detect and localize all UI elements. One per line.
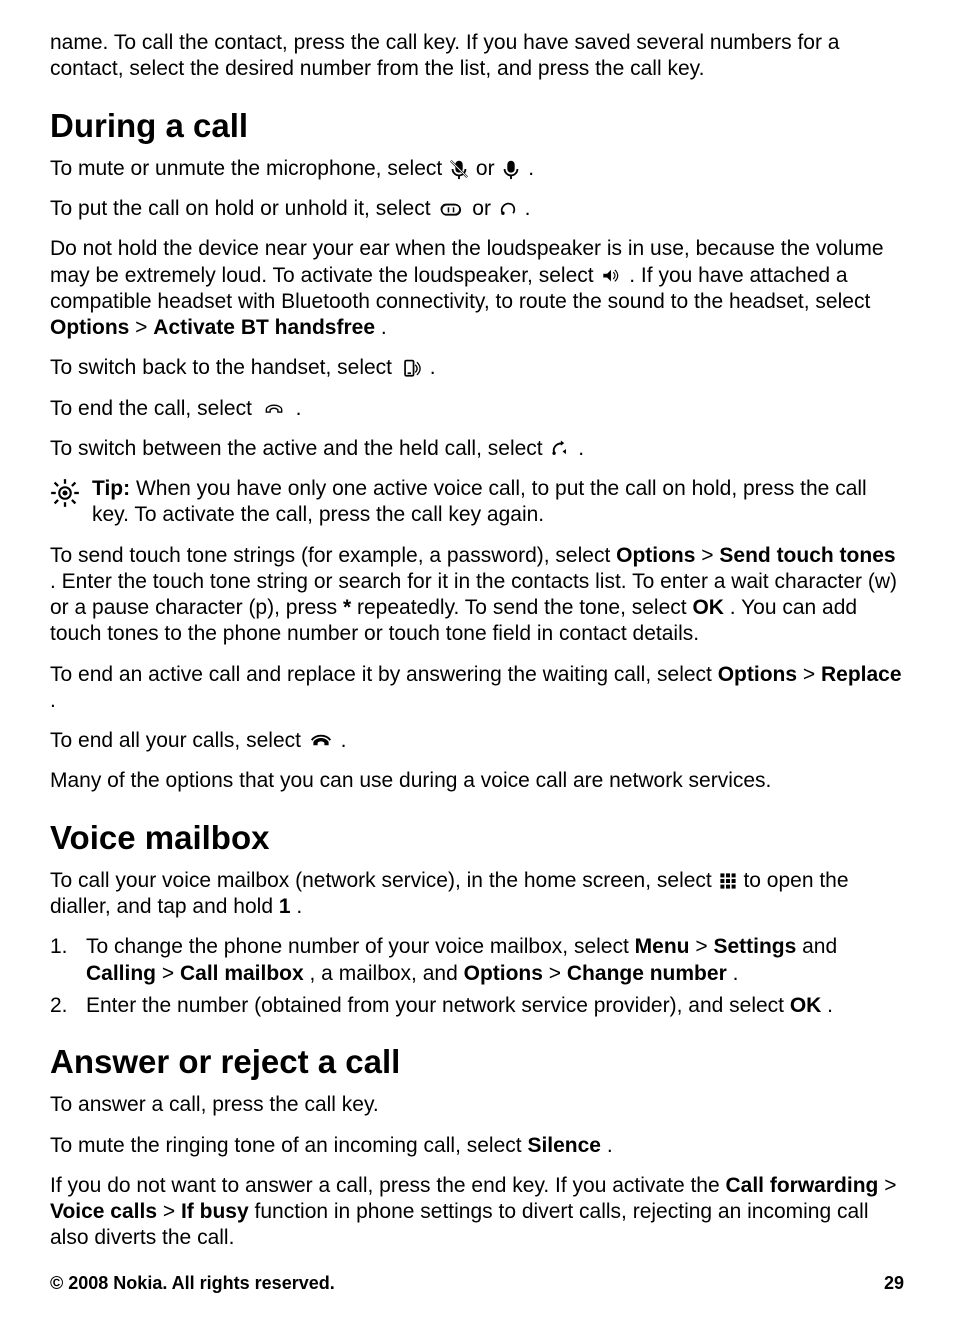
calling-label: Calling (86, 962, 156, 985)
text: To change the phone number of your voice… (86, 935, 635, 958)
reject-paragraph: If you do not want to answer a call, pre… (50, 1173, 904, 1252)
tip-label: Tip: (92, 477, 130, 500)
hold-paragraph: To put the call on hold or unhold it, se… (50, 196, 904, 222)
if-busy-label: If busy (181, 1200, 249, 1223)
ok-label: OK (790, 994, 822, 1017)
mute-paragraph: To mute or unmute the microphone, select… (50, 156, 904, 182)
text: To put the call on hold or unhold it, se… (50, 197, 436, 220)
options-label: Options (464, 962, 543, 985)
text: To end all your calls, select (50, 729, 307, 752)
text: . (341, 729, 347, 752)
change-number-label: Change number (567, 962, 727, 985)
send-touch-tones-label: Send touch tones (719, 544, 895, 567)
heading-voice-mailbox: Voice mailbox (50, 817, 904, 858)
loudspeaker-paragraph: Do not hold the device near your ear whe… (50, 236, 904, 341)
swap-call-icon (548, 438, 572, 460)
text: To send touch tone strings (for example,… (50, 544, 616, 567)
text: To mute the ringing tone of an incoming … (50, 1134, 527, 1157)
tip-icon (50, 478, 80, 508)
text: . (430, 356, 436, 379)
end-all-paragraph: To end all your calls, select . (50, 728, 904, 754)
sep: > (549, 962, 567, 985)
loudspeaker-icon (599, 266, 623, 286)
page-number: 29 (884, 1272, 904, 1295)
options-label: Options (50, 316, 129, 339)
intro-paragraph: name. To call the contact, press the cal… (50, 30, 904, 83)
voicemail-intro: To call your voice mailbox (network serv… (50, 868, 904, 921)
text: . (528, 157, 534, 180)
end-all-calls-icon (307, 730, 335, 752)
key-1: 1 (279, 895, 291, 918)
sep: > (162, 962, 180, 985)
list-number: 1. (50, 934, 86, 987)
text: If you do not want to answer a call, pre… (50, 1174, 726, 1197)
dialer-icon (718, 871, 738, 891)
call-mailbox-label: Call mailbox (180, 962, 304, 985)
list-item: 2. Enter the number (obtained from your … (50, 993, 904, 1019)
touch-tones-paragraph: To send touch tone strings (for example,… (50, 543, 904, 648)
network-services-note: Many of the options that you can use dur… (50, 768, 904, 794)
options-label: Options (718, 663, 797, 686)
page-footer: © 2008 Nokia. All rights reserved. 29 (50, 1272, 904, 1295)
sep: > (163, 1200, 181, 1223)
replace-call-paragraph: To end an active call and replace it by … (50, 662, 904, 715)
text: To end the call, select (50, 397, 258, 420)
text: . (607, 1134, 613, 1157)
text: , a mailbox, and (310, 962, 464, 985)
text: . (827, 994, 833, 1017)
sep: > (701, 544, 719, 567)
sep: > (803, 663, 821, 686)
hold-icon (436, 198, 466, 220)
mute-icon (448, 158, 470, 180)
star-key: * (343, 596, 351, 619)
text: repeatedly. To send the tone, select (357, 596, 692, 619)
silence-label: Silence (527, 1134, 601, 1157)
text: and (802, 935, 837, 958)
text: . (525, 197, 531, 220)
text: To switch between the active and the hel… (50, 437, 548, 460)
text: . (381, 316, 387, 339)
heading-during-a-call: During a call (50, 105, 904, 146)
unmute-icon (500, 158, 522, 180)
switch-call-paragraph: To switch between the active and the hel… (50, 436, 904, 462)
text: . (296, 895, 302, 918)
call-forwarding-label: Call forwarding (726, 1174, 879, 1197)
replace-label: Replace (821, 663, 902, 686)
options-label: Options (616, 544, 695, 567)
sep: > (135, 316, 153, 339)
list-item: 1. To change the phone number of your vo… (50, 934, 904, 987)
handset-paragraph: To switch back to the handset, select . (50, 355, 904, 381)
tip-block: Tip: When you have only one active voice… (50, 476, 904, 529)
text: . (50, 689, 56, 712)
sep: > (884, 1174, 896, 1197)
text: To switch back to the handset, select (50, 356, 398, 379)
unhold-icon (497, 198, 519, 220)
text: or (472, 197, 497, 220)
text: Enter the number (obtained from your net… (86, 994, 790, 1017)
text: To mute or unmute the microphone, select (50, 157, 448, 180)
text: To end an active call and replace it by … (50, 663, 718, 686)
list-number: 2. (50, 993, 86, 1019)
tip-body: When you have only one active voice call… (92, 477, 867, 526)
answer-paragraph: To answer a call, press the call key. (50, 1092, 904, 1118)
end-call-paragraph: To end the call, select . (50, 396, 904, 422)
text: To call your voice mailbox (network serv… (50, 869, 718, 892)
activate-bt-label: Activate BT handsfree (153, 316, 375, 339)
menu-label: Menu (635, 935, 690, 958)
end-call-icon (258, 399, 290, 419)
text: . (296, 397, 302, 420)
text: . (733, 962, 739, 985)
sep: > (695, 935, 713, 958)
silence-paragraph: To mute the ringing tone of an incoming … (50, 1133, 904, 1159)
heading-answer-reject: Answer or reject a call (50, 1041, 904, 1082)
voice-calls-label: Voice calls (50, 1200, 157, 1223)
copyright-text: © 2008 Nokia. All rights reserved. (50, 1272, 335, 1295)
ok-label: OK (692, 596, 724, 619)
settings-label: Settings (713, 935, 796, 958)
handset-icon (398, 358, 424, 380)
text: . (578, 437, 584, 460)
text: or (476, 157, 501, 180)
